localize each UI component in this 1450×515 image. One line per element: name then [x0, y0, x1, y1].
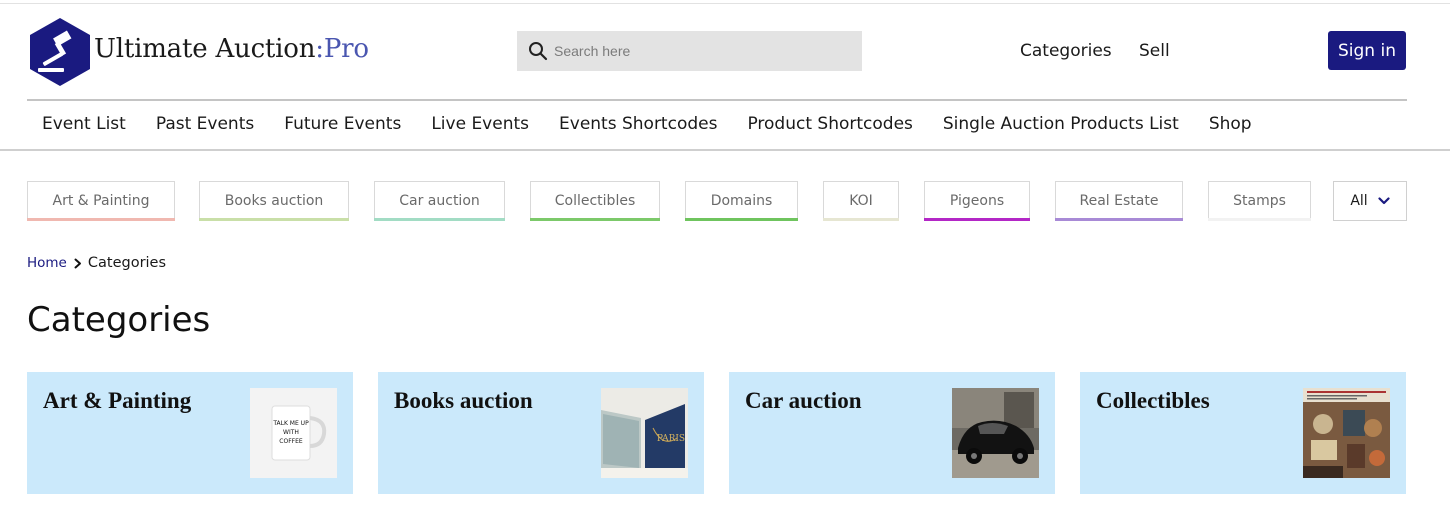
nav-future-events[interactable]: Future Events	[269, 114, 416, 134]
search-input[interactable]	[554, 32, 854, 70]
category-tab-books-auction[interactable]: Books auction	[199, 181, 349, 221]
category-tab-collectibles[interactable]: Collectibles	[530, 181, 660, 221]
category-tab-label: Art & Painting	[52, 193, 150, 209]
category-tab-domains[interactable]: Domains	[685, 181, 798, 221]
category-tab-koi[interactable]: KOI	[823, 181, 899, 221]
search-box[interactable]	[517, 31, 862, 71]
category-tab-underline	[199, 218, 349, 221]
nav-event-list[interactable]: Event List	[27, 114, 141, 134]
breadcrumb: Home Categories	[27, 255, 166, 271]
category-card-collectibles[interactable]: Collectibles	[1080, 372, 1406, 494]
page-title: Categories	[27, 300, 211, 340]
mug-text-2: WITH	[283, 429, 299, 436]
category-card-books-auction[interactable]: Books auction PARIS	[378, 372, 704, 494]
category-tab-underline	[685, 218, 798, 221]
books-image: PARIS	[601, 388, 688, 478]
category-tab-car-auction[interactable]: Car auction	[374, 181, 505, 221]
category-tab-label: Car auction	[399, 193, 480, 209]
category-tab-label: Pigeons	[949, 193, 1005, 209]
category-tab-underline	[530, 218, 660, 221]
header-link-sell[interactable]: Sell	[1139, 41, 1170, 61]
category-card-car-auction[interactable]: Car auction	[729, 372, 1055, 494]
header-link-categories[interactable]: Categories	[1020, 41, 1112, 61]
category-tab-underline	[823, 218, 899, 221]
category-tab-underline	[1055, 218, 1183, 221]
chevron-down-icon	[1378, 197, 1390, 205]
mug-text-1: TALK ME UP	[272, 420, 309, 427]
category-select-value: All	[1350, 193, 1368, 209]
car-image	[952, 388, 1039, 478]
category-tab-art-painting[interactable]: Art & Painting	[27, 181, 175, 221]
card-title: Collectibles	[1096, 388, 1210, 413]
search-icon[interactable]	[528, 41, 548, 61]
card-title: Art & Painting	[43, 388, 192, 413]
nav-live-events[interactable]: Live Events	[416, 114, 544, 134]
mug-image: TALK ME UP WITH COFFEE	[250, 388, 337, 478]
category-tab-label: Real Estate	[1079, 193, 1159, 209]
category-tab-real-estate[interactable]: Real Estate	[1055, 181, 1183, 221]
breadcrumb-home-link[interactable]: Home	[27, 255, 67, 271]
category-tab-label: Domains	[710, 193, 773, 209]
brand-name[interactable]: Ultimate Auction:Pro	[94, 34, 369, 64]
card-title: Car auction	[745, 388, 862, 413]
category-tab-label: Books auction	[224, 193, 324, 209]
nav-single-auction-products-list[interactable]: Single Auction Products List	[928, 114, 1194, 134]
category-card-art-painting[interactable]: Art & Painting TALK ME UP WITH COFFEE	[27, 372, 353, 494]
top-rule	[0, 3, 1450, 4]
mug-text-3: COFFEE	[279, 438, 303, 445]
category-tab-label: KOI	[849, 193, 873, 209]
nav-product-shortcodes[interactable]: Product Shortcodes	[732, 114, 927, 134]
nav-events-shortcodes[interactable]: Events Shortcodes	[544, 114, 732, 134]
logo-gavel-icon[interactable]	[28, 17, 92, 87]
nav-shop[interactable]: Shop	[1194, 114, 1267, 134]
category-tab-pigeons[interactable]: Pigeons	[924, 181, 1030, 221]
breadcrumb-current: Categories	[87, 255, 167, 271]
chevron-right-icon	[74, 258, 82, 269]
category-tab-label: Stamps	[1233, 193, 1286, 209]
main-nav: Event List Past Events Future Events Liv…	[27, 114, 1267, 134]
category-select[interactable]: All	[1333, 181, 1407, 221]
header-divider	[27, 99, 1407, 101]
nav-past-events[interactable]: Past Events	[141, 114, 269, 134]
category-tab-label: Collectibles	[554, 193, 636, 209]
collectibles-image	[1303, 388, 1390, 478]
category-tab-underline	[374, 218, 505, 221]
category-tab-underline	[1208, 218, 1311, 221]
category-tab-underline	[27, 218, 175, 221]
category-tab-stamps[interactable]: Stamps	[1208, 181, 1311, 221]
card-title: Books auction	[394, 388, 533, 413]
sign-in-button[interactable]: Sign in	[1328, 31, 1406, 70]
category-tab-underline	[924, 218, 1030, 221]
book-cover-text: PARIS	[657, 434, 685, 444]
nav-divider	[0, 149, 1450, 151]
